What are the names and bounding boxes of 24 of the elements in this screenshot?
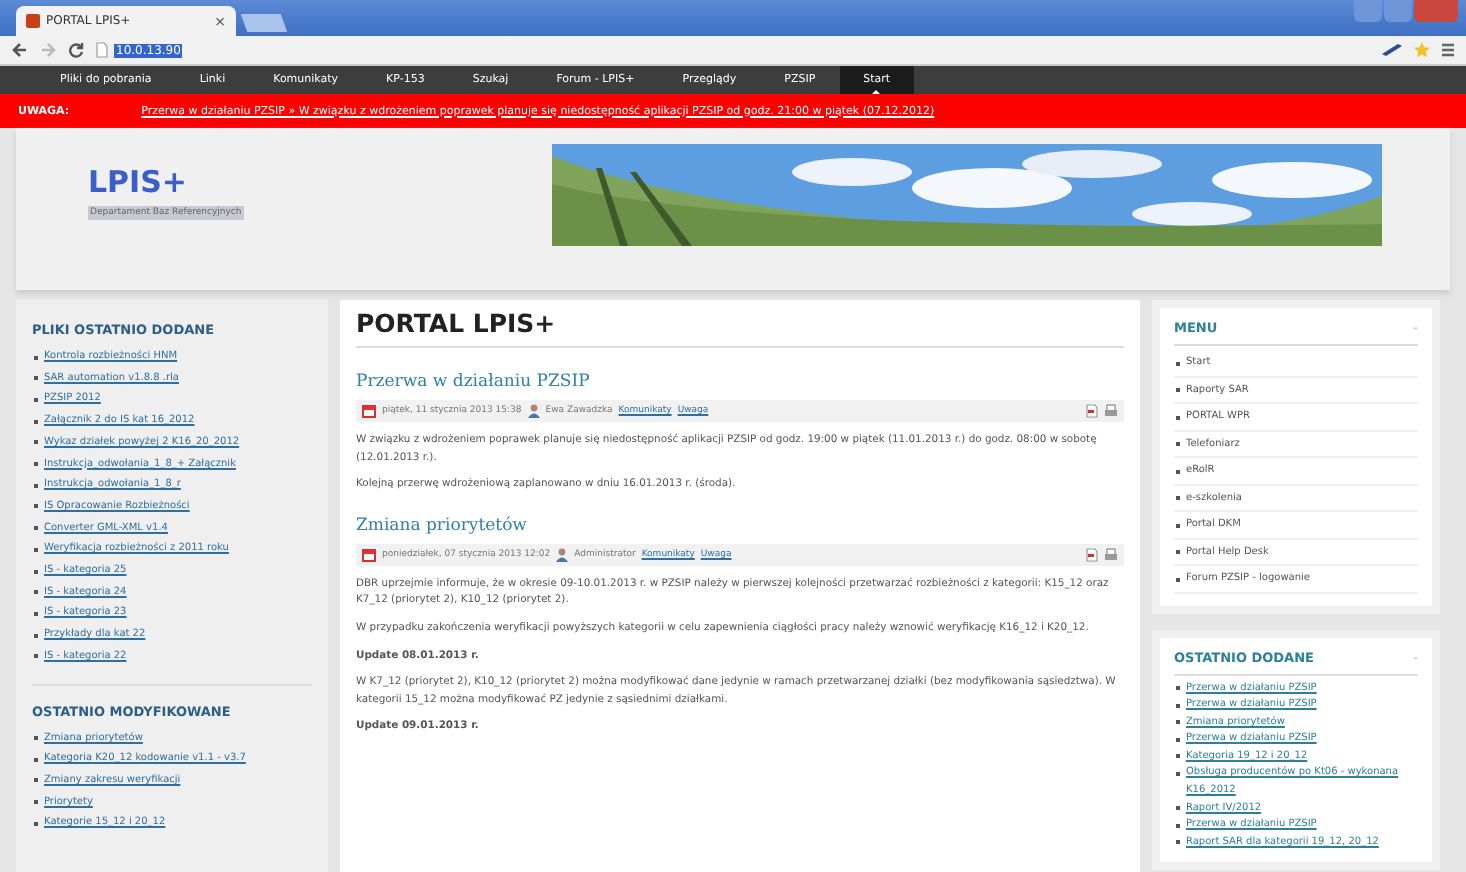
minimize-button[interactable] bbox=[1354, 0, 1382, 22]
pdf-icon bbox=[1086, 404, 1098, 418]
calendar-icon bbox=[362, 404, 376, 418]
print-icon bbox=[1104, 404, 1118, 418]
pdf-icon bbox=[1086, 547, 1098, 562]
back-icon bbox=[12, 42, 28, 58]
close-button[interactable] bbox=[1414, 0, 1458, 22]
star-icon bbox=[1414, 42, 1430, 58]
article-title[interactable]: Przerwa w działaniu PZSIP bbox=[356, 372, 1124, 392]
maximize-button[interactable] bbox=[1384, 0, 1412, 22]
forward-icon bbox=[40, 42, 56, 58]
new-tab-button[interactable] bbox=[240, 14, 288, 32]
article-title[interactable]: Zmiana priorytetów bbox=[356, 515, 1124, 536]
user-icon bbox=[527, 404, 540, 418]
reload-icon bbox=[68, 42, 84, 58]
pencil-icon bbox=[1382, 44, 1402, 56]
page-title: PORTAL LPIS+ bbox=[356, 308, 1124, 348]
menu-icon bbox=[1442, 42, 1454, 58]
calendar-icon bbox=[362, 547, 376, 562]
print-icon bbox=[1104, 547, 1118, 562]
user-icon bbox=[556, 547, 569, 562]
site-logo[interactable]: LPIS+ bbox=[88, 164, 188, 200]
favicon-icon bbox=[26, 14, 40, 28]
page-icon bbox=[96, 42, 108, 58]
